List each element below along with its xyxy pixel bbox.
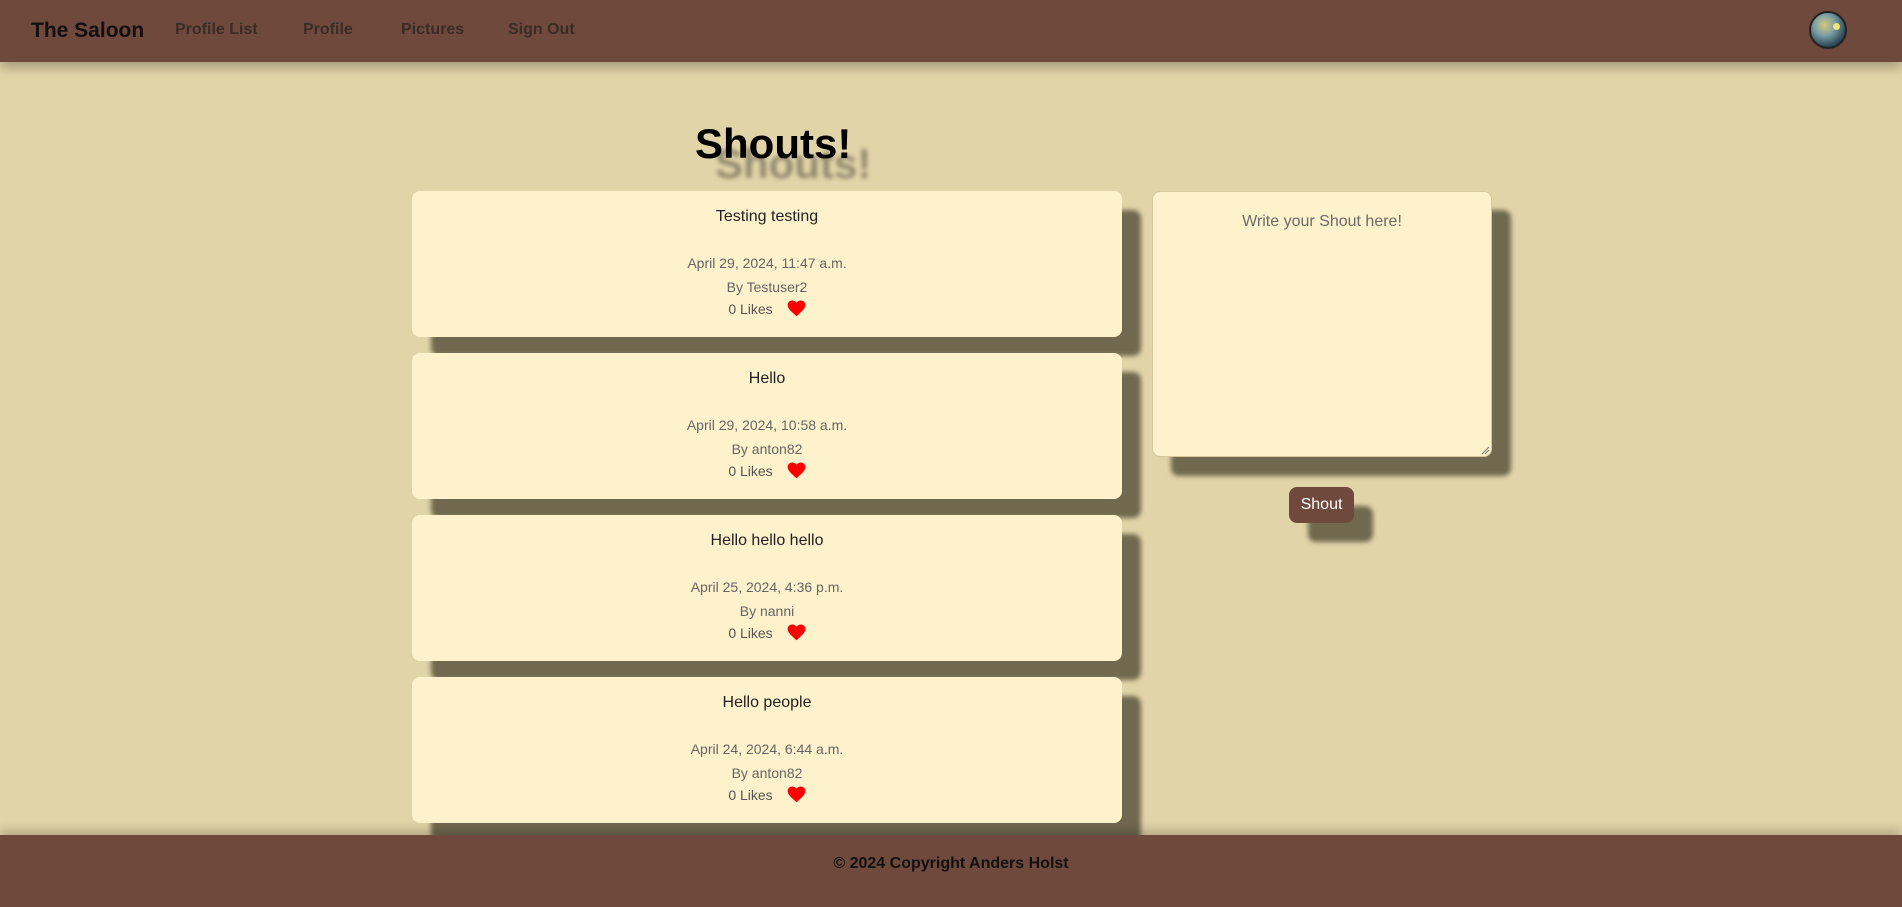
shout-card: Hello people April 24, 2024, 6:44 a.m. B… bbox=[412, 677, 1122, 823]
likes-count: 0 Likes bbox=[728, 300, 773, 317]
likes-row: 0 Likes bbox=[412, 786, 1122, 803]
shout-button[interactable]: Shout bbox=[1289, 487, 1354, 523]
likes-row: 0 Likes bbox=[412, 462, 1122, 479]
heart-icon[interactable] bbox=[787, 300, 806, 317]
shout-content: Hello hello hello bbox=[710, 532, 824, 549]
nav-link-pictures[interactable]: Pictures bbox=[401, 21, 464, 39]
shout-content: Hello bbox=[748, 370, 786, 387]
shout-author: By Testuser2 bbox=[726, 279, 808, 295]
brand-logo[interactable]: The Saloon bbox=[31, 19, 144, 43]
navbar: The Saloon Profile List Profile Pictures… bbox=[0, 0, 1902, 62]
shout-card: Hello April 29, 2024, 10:58 a.m. By anto… bbox=[412, 353, 1122, 499]
likes-row: 0 Likes bbox=[412, 300, 1122, 317]
footer: © 2024 Copyright Anders Holst bbox=[0, 835, 1902, 907]
likes-row: 0 Likes bbox=[412, 624, 1122, 641]
shout-author: By anton82 bbox=[731, 765, 803, 781]
likes-count: 0 Likes bbox=[728, 786, 773, 803]
likes-count: 0 Likes bbox=[728, 624, 773, 641]
nav-link-profile-list[interactable]: Profile List bbox=[175, 21, 258, 39]
resize-grip-icon[interactable] bbox=[1480, 445, 1490, 455]
shout-card: Hello hello hello April 25, 2024, 4:36 p… bbox=[412, 515, 1122, 661]
shout-author: By anton82 bbox=[731, 441, 803, 457]
shout-date: April 24, 2024, 6:44 a.m. bbox=[690, 741, 844, 757]
copyright-text: © 2024 Copyright Anders Holst bbox=[833, 855, 1069, 872]
shout-textarea[interactable] bbox=[1152, 191, 1492, 457]
page-title: Shouts! bbox=[695, 120, 852, 167]
heart-icon[interactable] bbox=[787, 624, 806, 641]
heart-icon[interactable] bbox=[787, 462, 806, 479]
likes-count: 0 Likes bbox=[728, 462, 773, 479]
nav-link-sign-out[interactable]: Sign Out bbox=[508, 21, 575, 39]
shout-content: Hello people bbox=[722, 694, 812, 711]
shout-content: Testing testing bbox=[715, 208, 819, 225]
shout-date: April 29, 2024, 11:47 a.m. bbox=[687, 255, 847, 271]
heart-icon[interactable] bbox=[787, 786, 806, 803]
shout-author: By nanni bbox=[739, 603, 795, 619]
nav-link-profile[interactable]: Profile bbox=[303, 21, 353, 39]
shout-date: April 29, 2024, 10:58 a.m. bbox=[686, 417, 848, 433]
avatar[interactable] bbox=[1809, 11, 1847, 49]
shout-date: April 25, 2024, 4:36 p.m. bbox=[690, 579, 844, 595]
shout-card: Testing testing April 29, 2024, 11:47 a.… bbox=[412, 191, 1122, 337]
